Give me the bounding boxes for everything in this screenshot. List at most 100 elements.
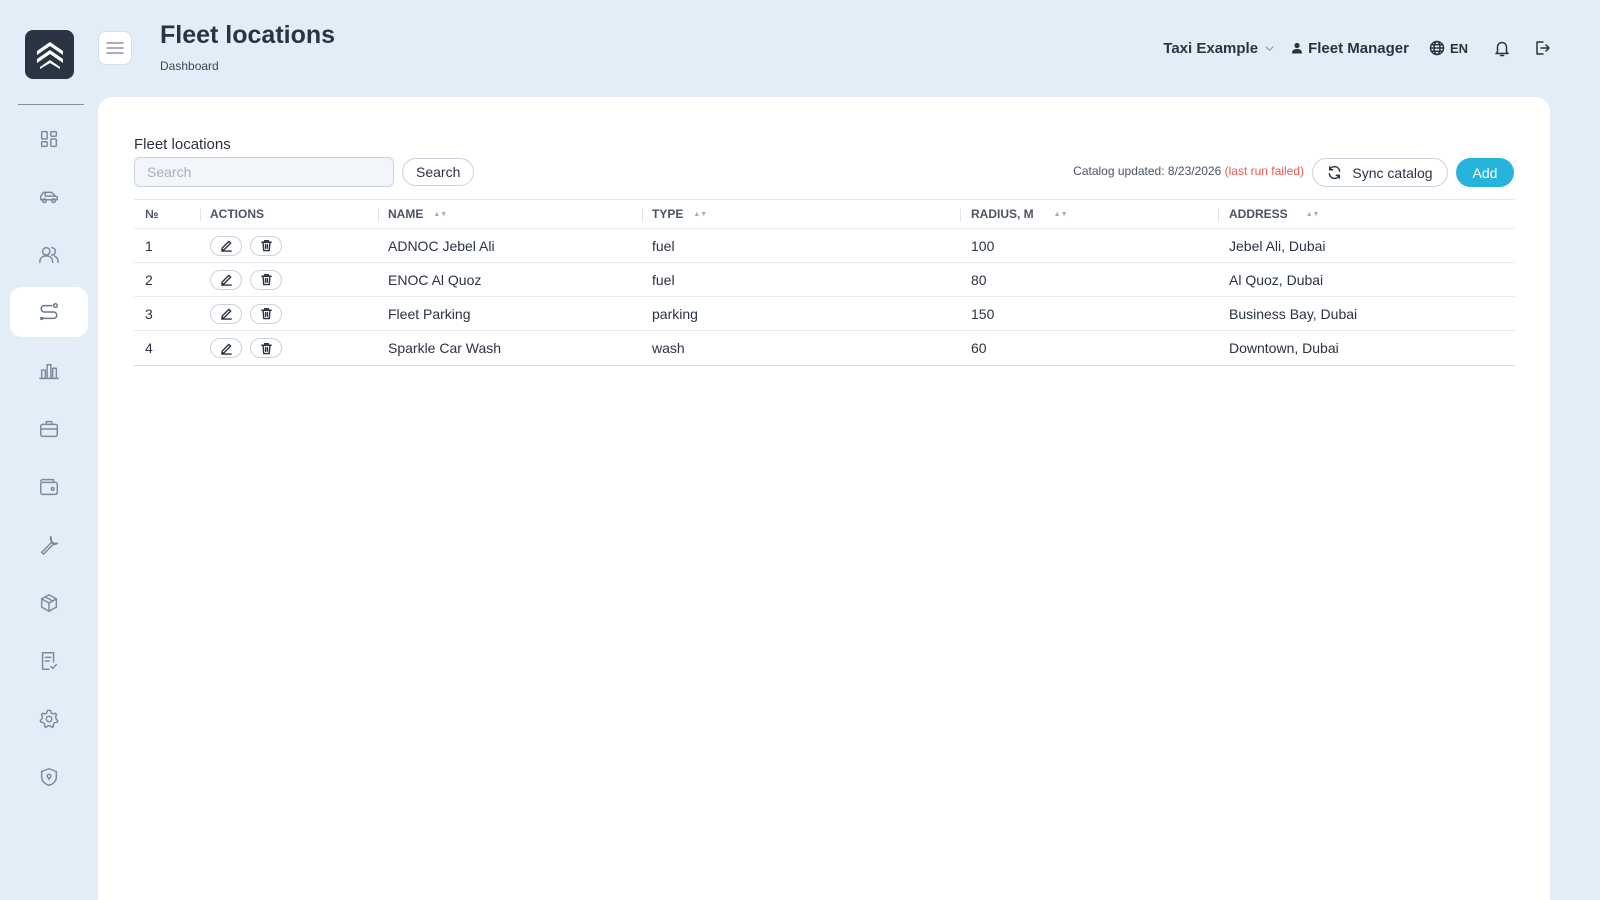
delete-button[interactable] bbox=[250, 269, 282, 290]
search-button[interactable]: Search bbox=[402, 158, 475, 186]
sidebar-item-vehicles[interactable] bbox=[10, 172, 88, 222]
bell-icon bbox=[1495, 41, 1509, 57]
column-header-type[interactable]: TYPE ▲▼ bbox=[642, 200, 960, 228]
sidebar-item-settings[interactable] bbox=[10, 694, 88, 744]
sync-catalog-label: Sync catalog bbox=[1352, 164, 1433, 181]
chevrons-up-logo-icon bbox=[36, 41, 63, 69]
wallet-icon bbox=[40, 478, 58, 496]
trash-icon bbox=[260, 273, 272, 286]
sidebar-item-drivers[interactable] bbox=[10, 230, 88, 280]
location-address: Al Quoz, Dubai bbox=[1229, 271, 1324, 288]
delete-button[interactable] bbox=[250, 303, 282, 324]
pencil-icon bbox=[220, 274, 232, 286]
location-name: Sparkle Car Wash bbox=[388, 340, 502, 356]
location-address: Business Bay, Dubai bbox=[1229, 305, 1358, 322]
content-card: Fleet locations Search Catalog updated: … bbox=[98, 97, 1550, 900]
trash-icon bbox=[260, 307, 272, 320]
checklist-icon bbox=[41, 652, 58, 670]
header-actions: Taxi Example Fleet Manager EN bbox=[1163, 36, 1551, 60]
location-radius: 60 bbox=[971, 340, 987, 356]
column-header-actions: ACTIONS bbox=[200, 200, 378, 228]
app-logo[interactable] bbox=[25, 30, 74, 79]
organization-select[interactable]: Taxi Example bbox=[1163, 40, 1275, 57]
row-number: 1 bbox=[145, 237, 153, 254]
location-type: fuel bbox=[652, 271, 675, 288]
location-name: Fleet Parking bbox=[388, 305, 471, 322]
notifications-button[interactable] bbox=[1493, 39, 1511, 57]
add-button[interactable]: Add bbox=[1456, 158, 1514, 187]
globe-icon bbox=[1429, 40, 1445, 56]
sidebar-item-inventory[interactable] bbox=[10, 578, 88, 628]
edit-button[interactable] bbox=[210, 338, 242, 358]
catalog-failed-text: (last run failed) bbox=[1224, 164, 1304, 178]
sidebar-item-locations[interactable] bbox=[10, 287, 88, 337]
location-type: fuel bbox=[652, 237, 675, 254]
users-icon bbox=[39, 246, 59, 264]
table-header: № ACTIONS NAME ▲▼ TYPE ▲▼ RADIUS, M ▲▼ ADDR… bbox=[134, 200, 1515, 229]
location-name: ENOC Al Quoz bbox=[388, 271, 482, 288]
pencil-icon bbox=[220, 240, 232, 252]
organization-name: Taxi Example bbox=[1163, 39, 1259, 57]
language-label: EN bbox=[1449, 40, 1468, 56]
bar-chart-icon bbox=[39, 363, 59, 380]
row-actions bbox=[200, 263, 378, 296]
section-title: Fleet locations bbox=[134, 136, 231, 153]
box-icon bbox=[40, 594, 58, 612]
sidebar-item-reports[interactable] bbox=[10, 346, 88, 396]
sidebar-item-dashboard[interactable] bbox=[10, 114, 88, 164]
sidebar-item-documents[interactable] bbox=[10, 636, 88, 686]
delete-button[interactable] bbox=[250, 338, 282, 358]
row-actions bbox=[200, 229, 378, 262]
wrench-icon bbox=[40, 536, 58, 555]
row-number: 3 bbox=[145, 305, 153, 322]
sidebar-divider bbox=[18, 104, 84, 105]
hamburger-menu-icon bbox=[106, 42, 124, 54]
location-name: ADNOC Jebel Ali bbox=[388, 237, 495, 254]
location-type: wash bbox=[652, 340, 685, 356]
sort-icon[interactable]: ▲▼ bbox=[1054, 211, 1068, 218]
sort-icon[interactable]: ▲▼ bbox=[693, 211, 707, 218]
sidebar-item-wallet[interactable] bbox=[10, 462, 88, 512]
user-menu[interactable]: Fleet Manager bbox=[1291, 40, 1409, 57]
catalog-status: Catalog updated: 8/23/2026 (last run fai… bbox=[1073, 164, 1304, 178]
search-input[interactable] bbox=[134, 157, 394, 187]
breadcrumb[interactable]: Dashboard bbox=[160, 59, 219, 73]
sidebar-item-security[interactable] bbox=[10, 752, 88, 802]
user-role-label: Fleet Manager bbox=[1308, 39, 1409, 57]
column-header-address[interactable]: ADDRESS ▲▼ bbox=[1218, 200, 1515, 228]
pencil-icon bbox=[220, 343, 232, 355]
route-icon bbox=[40, 303, 58, 321]
logout-button[interactable] bbox=[1533, 39, 1551, 57]
row-number: 2 bbox=[145, 271, 153, 288]
row-number: 4 bbox=[145, 340, 153, 356]
user-icon bbox=[1292, 42, 1303, 54]
sync-catalog-button[interactable]: Sync catalog bbox=[1312, 158, 1448, 187]
table-row: 2 ENOC Al Quoz fuel 80 Al Quoz, Dubai bbox=[134, 263, 1515, 297]
edit-button[interactable] bbox=[210, 269, 242, 290]
location-address: Jebel Ali, Dubai bbox=[1229, 237, 1326, 254]
logout-icon bbox=[1536, 41, 1550, 55]
sidebar-item-maintenance[interactable] bbox=[10, 520, 88, 570]
pencil-icon bbox=[220, 308, 232, 320]
column-header-name[interactable]: NAME ▲▼ bbox=[378, 200, 642, 228]
catalog-updated-text: Catalog updated: 8/23/2026 bbox=[1073, 164, 1222, 178]
row-actions bbox=[200, 297, 378, 330]
page-title: Fleet locations bbox=[160, 21, 336, 49]
row-actions bbox=[200, 331, 378, 365]
edit-button[interactable] bbox=[210, 235, 242, 256]
sort-icon[interactable]: ▲▼ bbox=[1306, 211, 1320, 218]
sort-icon[interactable]: ▲▼ bbox=[433, 211, 447, 218]
language-select[interactable]: EN bbox=[1429, 40, 1468, 56]
sidebar-item-jobs[interactable] bbox=[10, 404, 88, 454]
dashboard-grid-icon bbox=[40, 130, 58, 148]
column-header-radius[interactable]: RADIUS, M ▲▼ bbox=[960, 200, 1218, 228]
locations-table: № ACTIONS NAME ▲▼ TYPE ▲▼ RADIUS, M ▲▼ ADDR… bbox=[134, 199, 1515, 366]
location-address: Downtown, Dubai bbox=[1229, 340, 1339, 356]
car-icon bbox=[40, 191, 58, 204]
edit-button[interactable] bbox=[210, 303, 242, 324]
shield-icon bbox=[40, 768, 58, 786]
table-row: 3 Fleet Parking parking 150 Business Bay… bbox=[134, 297, 1515, 331]
delete-button[interactable] bbox=[250, 235, 282, 256]
location-radius: 100 bbox=[971, 237, 995, 254]
menu-toggle-button[interactable] bbox=[98, 31, 132, 65]
